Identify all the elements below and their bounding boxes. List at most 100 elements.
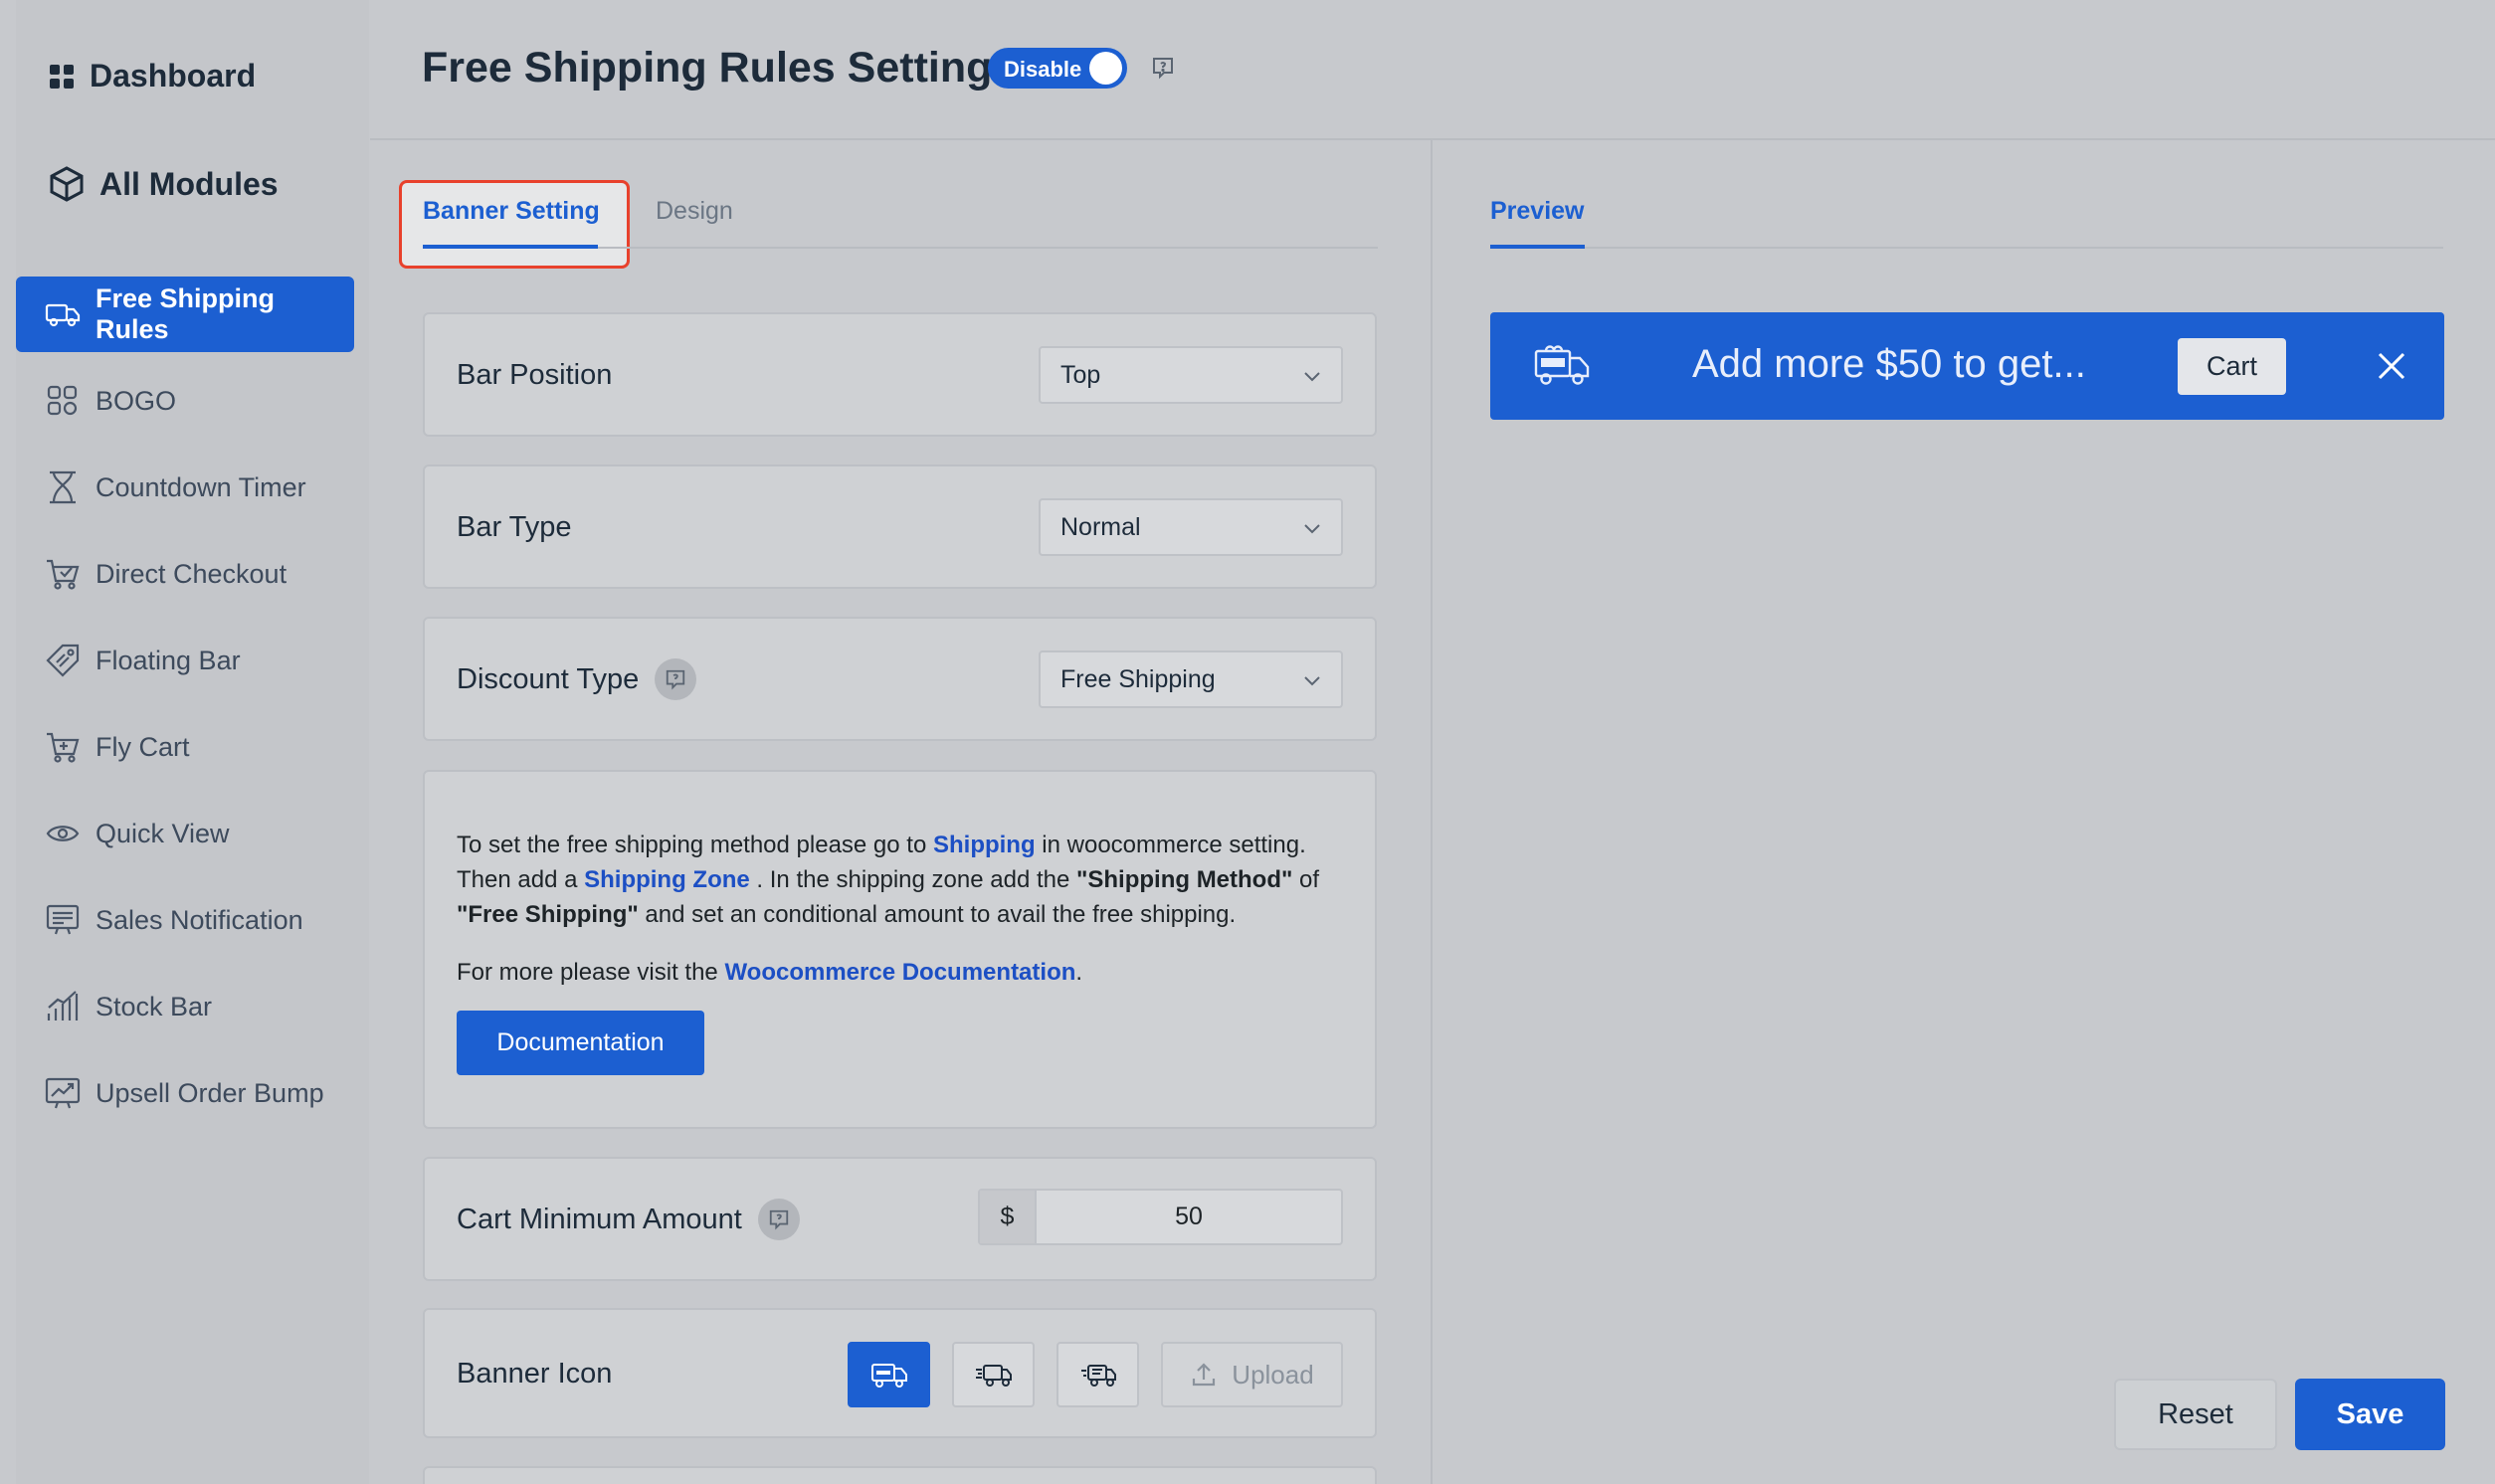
enable-toggle[interactable]: Disable (988, 48, 1127, 89)
cart-minimum-label: Cart Minimum Amount (457, 1203, 742, 1235)
tab-label: Design (656, 197, 733, 225)
sidebar-item-label: Fly Cart (96, 731, 190, 762)
info-bold: "Free Shipping" (457, 901, 639, 928)
info-bold: "Shipping Method" (1076, 866, 1293, 893)
banner-text: Add more $50 to get... (1692, 342, 2086, 386)
page-title: Free Shipping Rules Setting (422, 44, 993, 92)
sidebar-item-upsell-order-bump[interactable]: Upsell Order Bump (16, 1055, 354, 1131)
discount-type-card: Discount Type Free Shipping (423, 617, 1377, 741)
all-modules-link[interactable]: All Modules (48, 165, 279, 203)
preview-tabs: Preview (1490, 179, 2443, 249)
box-icon (50, 166, 84, 202)
discount-type-select[interactable]: Free Shipping (1039, 650, 1343, 708)
trend-icon (45, 1077, 81, 1109)
sidebar-item-floating-bar[interactable]: Floating Bar (16, 623, 354, 698)
upload-label: Upload (1232, 1359, 1314, 1390)
grid-icon (50, 64, 74, 89)
sidebar-item-quick-view[interactable]: Quick View (16, 796, 354, 871)
dashboard-label: Dashboard (90, 58, 257, 93)
icon-option-free-truck[interactable] (848, 1342, 930, 1407)
discount-type-label: Discount Type (457, 662, 640, 695)
sidebar-item-label: Upsell Order Bump (96, 1077, 324, 1108)
pane-divider (1431, 140, 1433, 1484)
cart-minimum-input[interactable]: $ 50 (978, 1189, 1343, 1245)
tag-icon (46, 644, 80, 677)
info-card: To set the free shipping method please g… (423, 770, 1377, 1129)
bar-position-select[interactable]: Top (1039, 346, 1343, 404)
sidebar-item-label: Stock Bar (96, 991, 213, 1021)
hourglass-icon (50, 470, 76, 504)
notification-icon (46, 904, 80, 935)
tab-design[interactable]: Design (656, 197, 733, 226)
sidebar-item-free-shipping-rules[interactable]: Free Shipping Rules (16, 277, 354, 352)
truck-icon (45, 303, 81, 327)
shipping-zone-link[interactable]: Shipping Zone (584, 866, 750, 893)
bar-type-card: Bar Type Normal (423, 464, 1377, 589)
shipping-link[interactable]: Shipping (933, 832, 1036, 858)
sidebar-item-label: Quick View (96, 818, 230, 848)
currency-prefix: $ (980, 1191, 1037, 1243)
reset-button[interactable]: Reset (2114, 1379, 2277, 1450)
banner-icon-card: Banner Icon Upload (423, 1308, 1377, 1438)
tab-label: Banner Setting (423, 197, 600, 225)
banner-icon-options: Upload (848, 1342, 1343, 1407)
icon-option-delivery-truck[interactable] (1056, 1342, 1139, 1407)
close-icon[interactable] (2376, 350, 2407, 382)
banner-cart-button[interactable]: Cart (2178, 338, 2286, 395)
sidebar-item-label: Free Shipping Rules (96, 283, 276, 344)
sidebar-item-fly-cart[interactable]: Fly Cart (16, 709, 354, 785)
cart-minimum-card: Cart Minimum Amount $ 50 (423, 1157, 1377, 1281)
page-header: Free Shipping Rules Setting Disable (370, 0, 2495, 140)
sidebar-item-label: BOGO (96, 385, 177, 416)
help-icon[interactable] (1151, 56, 1175, 80)
woocommerce-docs-link[interactable]: Woocommerce Documentation (724, 959, 1075, 986)
toggle-knob (1089, 52, 1122, 85)
sidebar-item-bogo[interactable]: BOGO (16, 363, 354, 439)
banner-icon-label: Banner Icon (457, 1358, 613, 1390)
sidebar-item-stock-bar[interactable]: Stock Bar (16, 969, 354, 1044)
documentation-button[interactable]: Documentation (457, 1011, 704, 1075)
amount-value[interactable]: 50 (1037, 1191, 1341, 1243)
chevron-down-icon (1304, 524, 1320, 534)
sidebar-item-label: Countdown Timer (96, 471, 306, 502)
upload-icon (1193, 1363, 1216, 1387)
info-text-part: and set an conditional amount to avail t… (638, 901, 1237, 928)
info-text: To set the free shipping method please g… (457, 828, 1352, 932)
settings-tabs: Banner Setting Design (423, 179, 1378, 249)
save-button[interactable]: Save (2295, 1379, 2445, 1450)
select-value: Free Shipping (1060, 664, 1216, 693)
delivery-truck-icon (1080, 1365, 1116, 1387)
sidebar: Dashboard All Modules Free Shipping Rule… (16, 0, 369, 1484)
preview-banner: Add more $50 to get... Cart (1490, 312, 2444, 420)
bar-position-label: Bar Position (457, 359, 613, 391)
help-icon[interactable] (757, 1199, 800, 1240)
chevron-down-icon (1304, 372, 1320, 382)
fast-truck-icon (975, 1365, 1012, 1387)
all-modules-label: All Modules (99, 165, 279, 202)
free-truck-icon (1534, 345, 1590, 385)
help-icon[interactable] (655, 658, 697, 700)
sidebar-item-label: Floating Bar (96, 645, 241, 675)
discount-type-label-wrap: Discount Type (457, 658, 697, 700)
tab-preview[interactable]: Preview (1490, 197, 1585, 226)
sidebar-item-label: Sales Notification (96, 904, 303, 935)
sidebar-item-countdown-timer[interactable]: Countdown Timer (16, 450, 354, 525)
sidebar-item-direct-checkout[interactable]: Direct Checkout (16, 536, 354, 612)
info-text-part: of (1292, 866, 1320, 893)
tab-banner-setting[interactable]: Banner Setting (423, 197, 600, 249)
preview-tab-underline (1490, 245, 1585, 249)
sidebar-item-sales-notification[interactable]: Sales Notification (16, 882, 354, 958)
module-menu: Free Shipping Rules BOGO Countdown Timer… (16, 277, 354, 1142)
bogo-icon (47, 385, 78, 416)
bar-type-select[interactable]: Normal (1039, 498, 1343, 556)
info-more-suffix: . (1075, 959, 1083, 986)
toggle-label: Disable (1004, 57, 1082, 82)
upload-button[interactable]: Upload (1161, 1342, 1343, 1407)
cart-icon (47, 732, 80, 763)
info-text-part: To set the free shipping method please g… (457, 832, 933, 858)
info-more-prefix: For more please visit the (457, 959, 725, 986)
icon-option-fast-truck[interactable] (952, 1342, 1035, 1407)
dashboard-link[interactable]: Dashboard (48, 58, 256, 94)
cart-check-icon (47, 559, 80, 590)
chevron-down-icon (1304, 676, 1320, 686)
